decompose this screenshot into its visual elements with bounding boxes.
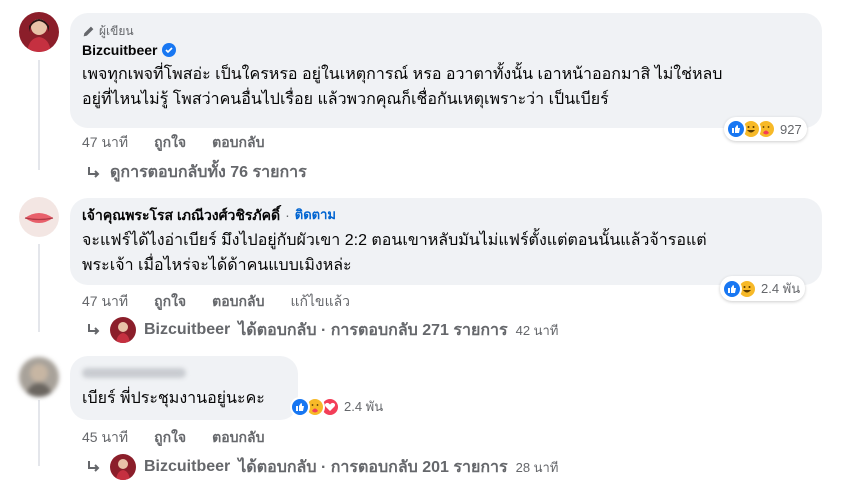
comment-actions: 47 นาที ถูกใจ ตอบกลับ แก้ไขแล้ว — [82, 291, 376, 313]
reply-arrow-icon — [88, 324, 100, 335]
reply-button[interactable]: ตอบกลับ — [212, 427, 264, 449]
view-replies-label: ดูการตอบกลับทั้ง 76 รายการ — [110, 164, 307, 181]
author-badge: ผู้เขียน — [82, 23, 810, 39]
like-reaction-icon — [726, 119, 746, 139]
comment-bubble: ผู้เขียน Bizcuitbeer เพจทุกเพจที่โพสอ่ะ … — [70, 13, 822, 128]
reply-button[interactable]: ตอบกลับ — [212, 132, 264, 154]
reply-summary-time: 42 นาที — [515, 322, 559, 338]
like-button[interactable]: ถูกใจ — [154, 427, 186, 449]
avatar-bizcuitbeer[interactable] — [19, 12, 59, 52]
reaction-count: 2.4 พัน — [344, 399, 384, 414]
comment-time[interactable]: 47 นาที — [82, 291, 128, 313]
reply-summary[interactable]: Bizcuitbeer ได้ตอบกลับ · การตอบกลับ 271 … — [86, 317, 558, 343]
reply-author-name: Bizcuitbeer — [144, 321, 231, 338]
comment-text: เบียร์ พี่ประชุมงานอยู่นะคะ — [82, 390, 265, 407]
reaction-count: 2.4 พัน — [761, 281, 801, 296]
comment-text: จะแฟร์ได้ไงอ่าเบียร์ มึงไปอยู่กับผัวเขา … — [82, 232, 707, 274]
verified-check-icon — [162, 43, 177, 57]
reply-arrow-icon — [88, 461, 100, 472]
edited-label: แก้ไขแล้ว — [290, 293, 351, 309]
comment-author[interactable]: Bizcuitbeer — [82, 41, 157, 59]
like-button[interactable]: ถูกใจ — [154, 132, 186, 154]
reaction-summary[interactable]: 2.4 พัน — [720, 276, 806, 301]
comment-text: เพจทุกเพจที่โพสอ่ะ เป็นใครหรอ อยู่ในเหตุ… — [82, 66, 723, 108]
reaction-count: 927 — [780, 121, 802, 137]
comment-author[interactable]: เจ้าคุณพระโรส เภณีวงศ์วชิรภัคดิ์ — [82, 206, 280, 224]
reply-author-avatar — [110, 454, 136, 480]
thread-line — [38, 400, 40, 466]
view-replies-link[interactable]: ดูการตอบกลับทั้ง 76 รายการ — [86, 160, 307, 185]
comment-bubble: เบียร์ พี่ประชุมงานอยู่นะคะ — [70, 356, 298, 420]
avatar-blurred[interactable] — [19, 357, 59, 397]
comment-actions: 47 นาที ถูกใจ ตอบกลับ — [82, 132, 290, 154]
reply-arrow-icon — [88, 166, 100, 178]
reply-author-avatar — [110, 317, 136, 343]
reply-author-name: Bizcuitbeer — [144, 458, 231, 475]
reaction-summary[interactable]: 927 — [724, 117, 807, 141]
comment-time[interactable]: 45 นาที — [82, 427, 128, 449]
reaction-summary[interactable]: 2.4 พัน — [288, 394, 388, 419]
reply-summary[interactable]: Bizcuitbeer ได้ตอบกลับ · การตอบกลับ 201 … — [86, 454, 558, 480]
like-button[interactable]: ถูกใจ — [154, 291, 186, 313]
like-reaction-icon — [290, 396, 310, 417]
pencil-icon — [83, 26, 94, 36]
author-badge-label: ผู้เขียน — [99, 24, 134, 38]
reply-summary-time: 28 นาที — [515, 459, 559, 475]
separator-dot: · — [285, 207, 290, 223]
reply-summary-text: ได้ตอบกลับ · การตอบกลับ 271 รายการ — [238, 321, 508, 339]
thread-line — [38, 60, 40, 170]
comment-bubble: เจ้าคุณพระโรส เภณีวงศ์วชิรภัคดิ์ · ติดตา… — [70, 198, 822, 285]
reply-summary-text: ได้ตอบกลับ · การตอบกลับ 201 รายการ — [238, 458, 508, 476]
comment-actions: 45 นาที ถูกใจ ตอบกลับ — [82, 427, 290, 449]
comment-time[interactable]: 47 นาที — [82, 132, 128, 154]
like-reaction-icon — [722, 278, 742, 299]
reply-button[interactable]: ตอบกลับ — [212, 291, 264, 313]
follow-button[interactable]: ติดตาม — [295, 206, 336, 224]
avatar-commenter[interactable] — [19, 197, 59, 237]
thread-line — [38, 244, 40, 332]
blurred-author-name[interactable] — [82, 368, 186, 378]
